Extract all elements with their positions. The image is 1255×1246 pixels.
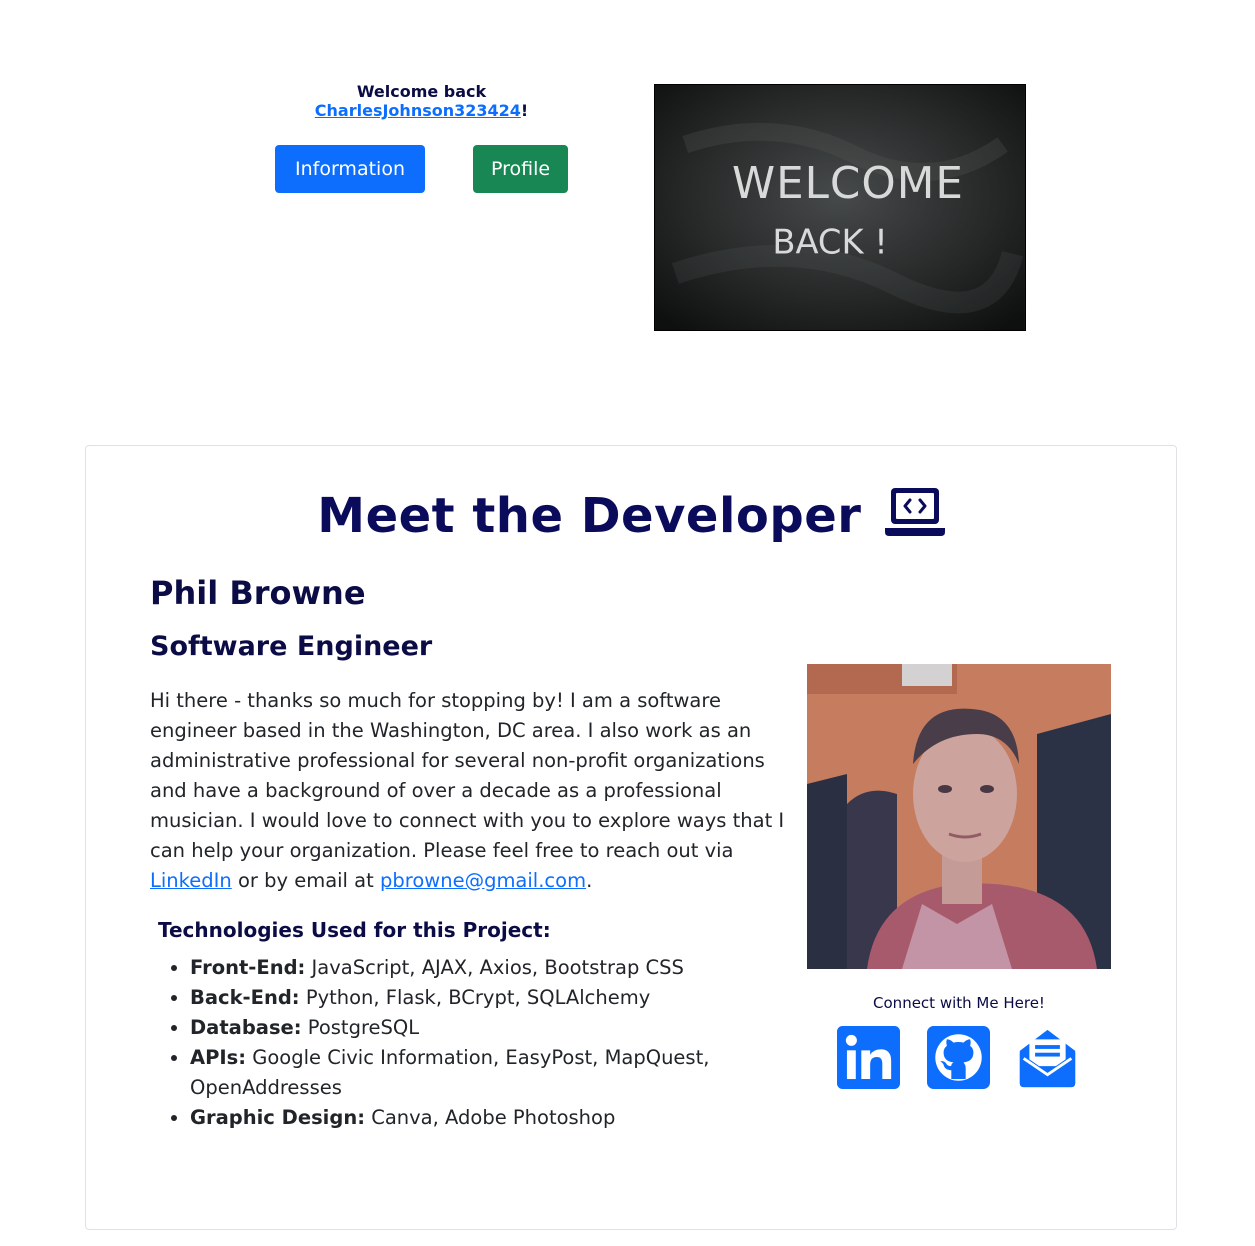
tech-label: Back-End: [190, 986, 300, 1009]
welcome-back-chalkboard-image: WELCOME BACK ! [654, 84, 1026, 331]
chalk-text-back: BACK ! [772, 223, 888, 262]
developer-name: Phil Browne [150, 574, 366, 612]
developer-photo [807, 664, 1111, 969]
email-link[interactable]: pbrowne@gmail.com [380, 869, 586, 892]
information-button[interactable]: Information [275, 145, 425, 193]
bio-text: Hi there - thanks so much for stopping b… [150, 689, 785, 862]
welcome-prefix: Welcome back [356, 82, 487, 101]
list-item: Graphic Design: Canva, Adobe Photoshop [190, 1103, 790, 1133]
connect-label: Connect with Me Here! [873, 994, 1045, 1012]
welcome-suffix: ! [520, 101, 529, 120]
bio-text-end: . [586, 869, 593, 892]
email-icon[interactable] [1016, 1026, 1082, 1089]
tech-label: Front-End: [190, 956, 306, 979]
welcome-message: Welcome back CharlesJohnson323424! [275, 82, 568, 120]
github-icon[interactable] [927, 1026, 990, 1089]
tech-label: APIs: [190, 1046, 247, 1069]
tech-label: Database: [190, 1016, 302, 1039]
list-item: Front-End: JavaScript, AJAX, Axios, Boot… [190, 953, 790, 983]
developer-card: Meet the Developer Phil Browne Software … [85, 445, 1177, 1230]
linkedin-link[interactable]: LinkedIn [150, 869, 232, 892]
laptop-code-icon [884, 486, 945, 538]
developer-role: Software Engineer [150, 631, 433, 662]
bio-text-mid: or by email at [237, 869, 374, 892]
tech-label: Graphic Design: [190, 1106, 365, 1129]
tech-value: Google Civic Information, EasyPost, MapQ… [190, 1046, 710, 1099]
profile-button[interactable]: Profile [473, 145, 568, 193]
card-title: Meet the Developer [86, 486, 1176, 544]
chalk-text-welcome: WELCOME [732, 158, 964, 209]
tech-value: JavaScript, AJAX, Axios, Bootstrap CSS [311, 956, 684, 979]
card-title-text: Meet the Developer [317, 488, 862, 544]
tech-value: Python, Flask, BCrypt, SQLAlchemy [305, 986, 651, 1009]
tech-heading: Technologies Used for this Project: [158, 918, 551, 942]
username-link[interactable]: CharlesJohnson323424 [315, 101, 521, 120]
developer-bio: Hi there - thanks so much for stopping b… [150, 686, 790, 896]
tech-value: Canva, Adobe Photoshop [371, 1106, 616, 1129]
list-item: Back-End: Python, Flask, BCrypt, SQLAlch… [190, 983, 790, 1013]
list-item: Database: PostgreSQL [190, 1013, 790, 1043]
tech-value: PostgreSQL [307, 1016, 420, 1039]
list-item: APIs: Google Civic Information, EasyPost… [190, 1043, 790, 1103]
tech-list: Front-End: JavaScript, AJAX, Axios, Boot… [150, 953, 790, 1133]
linkedin-icon[interactable] [837, 1026, 900, 1089]
